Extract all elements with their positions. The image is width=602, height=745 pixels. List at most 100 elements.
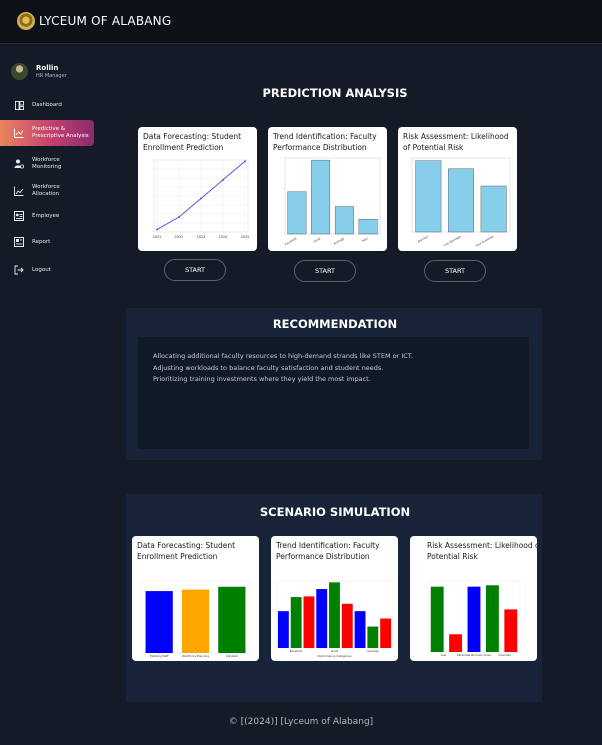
logout-icon [14, 265, 24, 275]
dashboard-icon [14, 100, 24, 110]
x-tick-label: Moderate Burnout Crisis [457, 653, 491, 657]
scenario-card-faculty-performance[interactable]: Trend Identification: Faculty Performanc… [271, 536, 398, 661]
sidebar-item-label: Workforce Allocation [32, 184, 60, 197]
bar [218, 586, 246, 653]
id-card-icon [14, 211, 24, 221]
bar [341, 603, 353, 648]
x-tick-label: Poor [361, 236, 369, 243]
x-tick-label: Resource Shortage [437, 234, 462, 246]
bar [430, 586, 444, 652]
scenario-simulation-title: SCENARIO SIMULATION [259, 505, 411, 519]
bar [480, 185, 507, 233]
x-tick-label: Workforce Planning [182, 654, 209, 658]
x-tick-label: Existing Staff [150, 654, 169, 658]
footer: © [(2024)] [Lyceum of Alabang] [228, 717, 374, 727]
report-icon [14, 237, 24, 247]
x-axis-label: Scenarios [467, 658, 481, 659]
top-bar: LYCEUM OF ALABANG [0, 0, 602, 44]
bar [380, 618, 392, 648]
sidebar-item-label: Employee [32, 212, 60, 219]
start-enrollment-button[interactable]: START [164, 259, 226, 281]
x-axis-label: Performance Categories [318, 654, 352, 658]
bar [449, 634, 463, 652]
sidebar-item-label: Logout [32, 266, 51, 273]
x-tick-label: Good [331, 649, 339, 653]
bar [311, 159, 331, 235]
prediction-card-risk-assessment[interactable]: Risk Assessment: Likelihood of Potential… [398, 127, 517, 251]
bar [415, 160, 442, 233]
card-title: Trend Identification: Faculty Performanc… [276, 541, 380, 562]
risk-assessment-bar-chart: Burnout Resource Shortage Administrative O… [411, 157, 511, 246]
card-title: Risk Assessment: Likelihood of Potential… [427, 541, 537, 562]
x-tick-label: Overload [498, 653, 511, 657]
bar [277, 611, 289, 648]
users-gear-icon [14, 159, 24, 169]
risk-scenario-bar-chart: Low Moderate Burnout Crisis Overload Scenar… [427, 580, 521, 659]
bar [290, 597, 302, 648]
card-title: Data Forecasting: Student Enrollment Pre… [137, 541, 236, 562]
prediction-analysis-title: PREDICTION ANALYSIS [262, 86, 408, 100]
recommendation-box: Allocating additional faculty resources … [138, 337, 529, 449]
data-point [156, 228, 158, 231]
x-tick-label: Excellent [290, 649, 304, 653]
sidebar-item-employee[interactable]: Employee [0, 209, 94, 223]
bar [358, 219, 378, 235]
recommendation-line: Adjusting workloads to balance faculty s… [153, 363, 384, 372]
bar [448, 168, 474, 233]
x-tick-label: 2024 [219, 235, 228, 239]
start-risk-assessment-button[interactable]: START [424, 260, 486, 282]
x-axis-label: Performance Level [319, 245, 347, 246]
sidebar-item-label: Workforce Monitoring [32, 157, 62, 170]
data-point [244, 160, 246, 163]
bar [367, 626, 379, 648]
bar [504, 609, 518, 652]
x-tick-label: Burnout [417, 234, 429, 243]
x-tick-label: 2022 [175, 235, 184, 239]
chart-up-icon [14, 186, 24, 196]
bar [181, 589, 210, 653]
bar [485, 585, 499, 652]
bar [334, 206, 354, 235]
card-title: Data Forecasting: Student Enrollment Pre… [143, 132, 242, 153]
scenario-card-risk-assessment[interactable]: Risk Assessment: Likelihood of Potential… [410, 536, 537, 661]
bar [316, 589, 328, 648]
prediction-card-faculty-performance[interactable]: Trend Identification: Faculty Performanc… [268, 127, 387, 251]
bar [329, 582, 340, 648]
bar [145, 591, 173, 653]
faculty-performance-bar-chart: ExcellentGoodAveragePoorPerformance Leve… [284, 157, 381, 246]
bar [303, 596, 315, 648]
x-tick-label: Adjusted [226, 654, 238, 658]
sidebar-item-workforce-monitoring[interactable]: Workforce Monitoring [0, 156, 94, 172]
x-tick-label: Good [313, 236, 322, 243]
user-profile[interactable]: Rollin HR Manager [11, 63, 67, 80]
sidebar-item-workforce-allocation[interactable]: Workforce Allocation [0, 183, 94, 199]
scenario-card-enrollment[interactable]: Data Forecasting: Student Enrollment Pre… [132, 536, 259, 661]
data-point [178, 216, 180, 219]
data-point [200, 197, 202, 200]
x-tick-label: Average [367, 649, 379, 653]
data-point [222, 178, 224, 181]
recommendation-line: Prioritizing training investments where … [153, 375, 371, 383]
sidebar-item-dashboard[interactable]: Dashboard [0, 98, 94, 112]
enrollment-scenario-bar-chart: Existing Staff Workforce Planning Adjusted [140, 580, 251, 658]
school-logo-icon [17, 12, 35, 30]
start-faculty-performance-button[interactable]: START [294, 260, 356, 282]
chart-line-icon [14, 128, 24, 138]
user-role: HR Manager [36, 73, 67, 79]
enrollment-line-chart: 2021 2022 2023 2024 2025 [153, 159, 250, 239]
brand[interactable]: LYCEUM OF ALABANG [17, 12, 171, 30]
x-tick-label: Administrative Overload [463, 234, 495, 246]
x-tick-label: 2025 [241, 235, 250, 239]
sidebar-item-logout[interactable]: Logout [0, 263, 94, 277]
x-tick-label: 2021 [153, 235, 162, 239]
user-name: Rollin [36, 64, 59, 72]
x-tick-label: 2023 [197, 235, 206, 239]
sidebar-item-predictive-analysis[interactable]: Predictive & Prescriptive Analysis [0, 120, 94, 146]
bar [354, 611, 366, 648]
card-title: Trend Identification: Faculty Performanc… [273, 132, 377, 153]
prediction-card-enrollment[interactable]: Data Forecasting: Student Enrollment Pre… [138, 127, 257, 251]
sidebar-item-label: Dashboard [32, 101, 62, 108]
x-tick-label: Excellent [284, 236, 298, 246]
sidebar-item-report[interactable]: Report [0, 235, 94, 249]
card-title: Risk Assessment: Likelihood of Potential… [403, 132, 509, 153]
